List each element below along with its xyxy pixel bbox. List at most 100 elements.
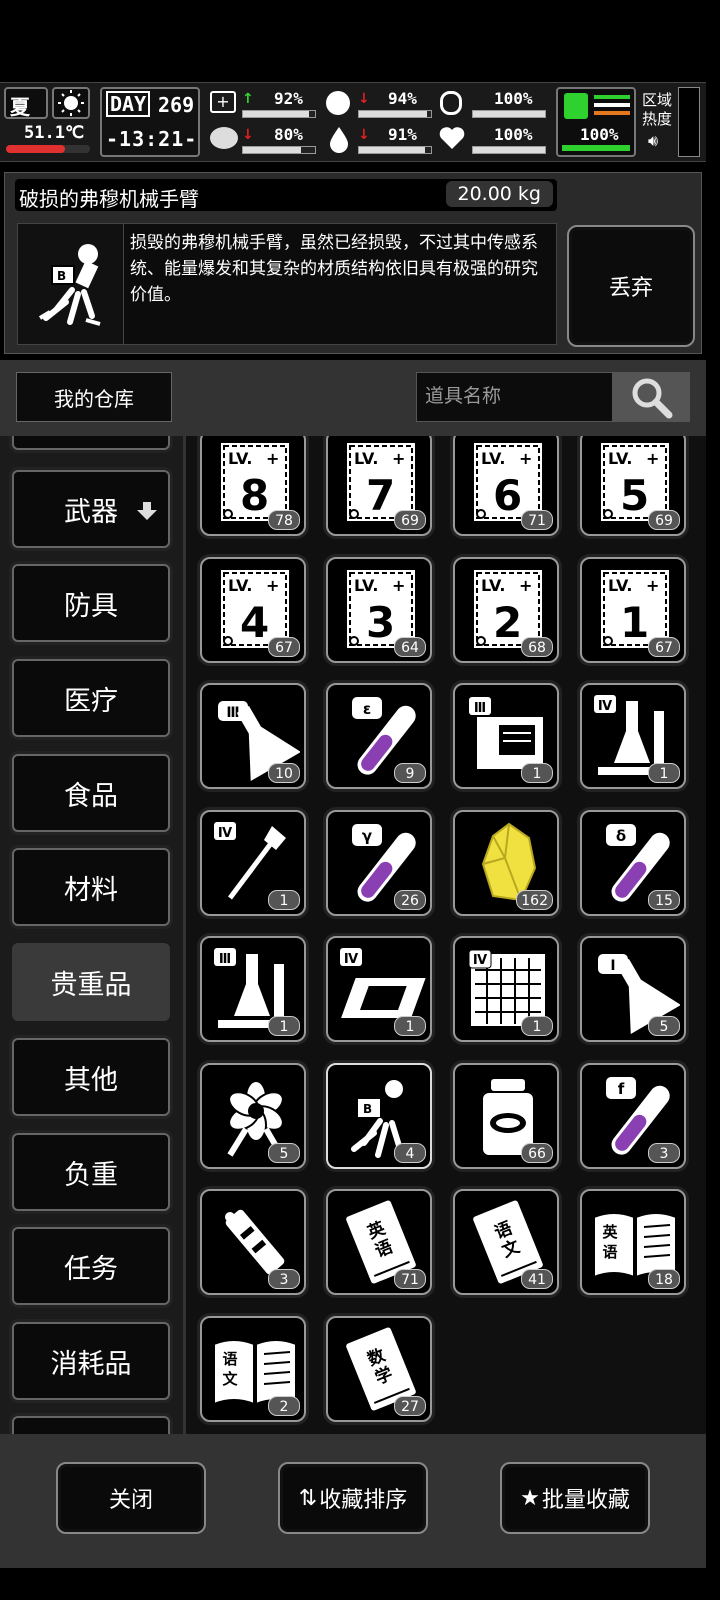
sort-arrows-icon: ⇅ bbox=[298, 1485, 318, 1511]
svg-text:1: 1 bbox=[620, 598, 649, 647]
item-slot[interactable]: LV. +4 67 bbox=[200, 556, 306, 663]
water-stat: ↓ 91% bbox=[322, 125, 434, 155]
svg-text:+: + bbox=[519, 576, 532, 595]
discard-button[interactable]: 丢弃 bbox=[567, 225, 695, 347]
status-bar: 夏 51.1℃ DAY 269 -13:21- + ↑ 92% ↓ 94% 10… bbox=[0, 82, 706, 162]
water-value: 91% bbox=[388, 125, 417, 144]
favorite-sort-button[interactable]: ⇅ 收藏排序 bbox=[278, 1462, 428, 1534]
svg-text:f: f bbox=[618, 1080, 625, 1098]
category-sidebar[interactable]: 武器 防具 医疗 食品 材料 贵重品 其他 负重 任务 消耗品 bbox=[0, 436, 186, 1434]
item-count-badge: 5 bbox=[268, 1142, 300, 1163]
mood-value: 80% bbox=[274, 125, 303, 144]
item-slot[interactable]: LV. +5 69 bbox=[580, 436, 686, 536]
item-slot[interactable]: LV. +2 68 bbox=[453, 556, 559, 663]
trend-down-icon: ↓ bbox=[358, 91, 370, 107]
item-slot[interactable]: LV. +1 67 bbox=[580, 556, 686, 663]
item-slot[interactable]: 英语 71 bbox=[326, 1189, 432, 1295]
category-materials[interactable]: 材料 bbox=[12, 848, 170, 926]
svg-text:+: + bbox=[266, 449, 279, 468]
category-load[interactable]: 负重 bbox=[12, 1133, 170, 1211]
sun-icon bbox=[52, 87, 90, 119]
close-button[interactable]: 关闭 bbox=[56, 1462, 206, 1534]
search-button[interactable] bbox=[612, 372, 690, 422]
heart-icon bbox=[439, 127, 465, 149]
item-count-badge: 78 bbox=[268, 510, 300, 530]
svg-text:8: 8 bbox=[240, 471, 269, 520]
item-slot[interactable]: Ⅲ 10 bbox=[200, 683, 306, 789]
item-slot[interactable]: B4 bbox=[326, 1062, 432, 1169]
stomach-value: 94% bbox=[388, 89, 417, 108]
item-count-badge: 26 bbox=[394, 889, 426, 910]
item-slot[interactable]: 英语 18 bbox=[580, 1189, 686, 1295]
item-detail-panel: 破损的弗穆机械手臂 20.00 kg B 损毁的弗穆机械手臂，虽然已经损毁，不过… bbox=[4, 172, 702, 354]
heart-stat: 100% bbox=[436, 125, 548, 155]
search-input[interactable] bbox=[417, 373, 607, 419]
item-slot[interactable]: LV. +7 69 bbox=[326, 436, 432, 536]
trend-down-icon: ↓ bbox=[358, 127, 370, 143]
load-box: 100% bbox=[556, 87, 636, 157]
medkit-icon: + bbox=[210, 91, 236, 113]
category-consumables[interactable]: 消耗品 bbox=[12, 1322, 170, 1400]
speaker-icon[interactable]: 🔊︎ bbox=[648, 131, 658, 151]
zone-heat[interactable]: 区域热度 🔊︎ bbox=[640, 89, 676, 159]
svg-text:ε: ε bbox=[363, 700, 371, 718]
category-partial-top[interactable] bbox=[12, 436, 170, 450]
item-slot[interactable]: 语文 41 bbox=[453, 1189, 559, 1295]
item-grid[interactable]: LV. +8 78 LV. +7 69 LV. +6 71 LV. +5 69 LV. +4 67 LV. +3… bbox=[186, 436, 706, 1434]
svg-text:LV.: LV. bbox=[228, 449, 252, 468]
category-weapons[interactable]: 武器 bbox=[12, 470, 170, 548]
item-slot[interactable]: Ⅳ1 bbox=[200, 809, 306, 916]
category-armor[interactable]: 防具 bbox=[12, 564, 170, 642]
svg-text:Ⅳ: Ⅳ bbox=[218, 826, 233, 841]
item-count-badge: 67 bbox=[648, 636, 680, 657]
trend-down-icon: ↓ bbox=[242, 127, 254, 143]
batch-favorite-button[interactable]: ★ 批量收藏 bbox=[500, 1462, 650, 1534]
zone-heat-meter bbox=[678, 87, 700, 157]
item-slot[interactable]: Ⅲ1 bbox=[200, 936, 306, 1042]
item-count-badge: 3 bbox=[268, 1269, 300, 1289]
item-count-badge: 4 bbox=[394, 1142, 426, 1163]
day-label: DAY bbox=[106, 91, 151, 117]
item-slot[interactable]: LV. +6 71 bbox=[453, 436, 559, 536]
item-slot[interactable]: γ 26 bbox=[326, 809, 432, 916]
day-time-box: DAY 269 -13:21- bbox=[100, 87, 200, 157]
item-count-badge: 1 bbox=[521, 1016, 553, 1036]
item-slot[interactable]: Ⅰ5 bbox=[580, 936, 686, 1042]
category-quests[interactable]: 任务 bbox=[12, 1227, 170, 1305]
category-food[interactable]: 食品 bbox=[12, 754, 170, 832]
svg-text:6: 6 bbox=[493, 471, 522, 520]
category-other[interactable]: 其他 bbox=[12, 1038, 170, 1116]
item-slot[interactable]: LV. +8 78 bbox=[200, 436, 306, 536]
svg-text:文: 文 bbox=[222, 1370, 238, 1388]
category-label: 消耗品 bbox=[50, 1348, 132, 1380]
category-label: 负重 bbox=[64, 1159, 118, 1191]
item-count-badge: 71 bbox=[394, 1269, 426, 1289]
category-medical[interactable]: 医疗 bbox=[12, 659, 170, 737]
search-box bbox=[416, 372, 614, 422]
item-slot[interactable]: Ⅳ1 bbox=[580, 683, 686, 789]
item-slot[interactable]: 数学 27 bbox=[326, 1315, 432, 1422]
svg-text:LV.: LV. bbox=[354, 449, 378, 468]
item-slot[interactable]: 162 bbox=[453, 809, 559, 916]
category-valuables[interactable]: 贵重品 bbox=[12, 943, 170, 1021]
close-label: 关闭 bbox=[108, 1488, 153, 1513]
svg-text:2: 2 bbox=[493, 598, 522, 647]
item-slot[interactable]: 语文 2 bbox=[200, 1315, 306, 1422]
item-slot[interactable]: 3 bbox=[200, 1189, 306, 1295]
item-slot[interactable]: Ⅲ1 bbox=[453, 683, 559, 789]
item-count-badge: 3 bbox=[648, 1142, 680, 1163]
item-slot[interactable]: Ⅳ1 bbox=[453, 936, 559, 1042]
category-partial-bottom[interactable] bbox=[12, 1416, 170, 1434]
item-slot[interactable]: 66 bbox=[453, 1062, 559, 1169]
category-label: 医疗 bbox=[64, 685, 118, 717]
item-slot[interactable]: δ 15 bbox=[580, 809, 686, 916]
item-slot[interactable]: LV. +3 64 bbox=[326, 556, 432, 663]
item-slot[interactable]: f3 bbox=[580, 1062, 686, 1169]
item-slot[interactable]: 5 bbox=[200, 1062, 306, 1169]
svg-text:B: B bbox=[57, 269, 66, 283]
category-label: 其他 bbox=[64, 1064, 118, 1096]
item-count-badge: 1 bbox=[394, 1016, 426, 1036]
category-label: 贵重品 bbox=[50, 969, 132, 1001]
item-slot[interactable]: Ⅳ1 bbox=[326, 936, 432, 1042]
item-slot[interactable]: ε9 bbox=[326, 683, 432, 789]
